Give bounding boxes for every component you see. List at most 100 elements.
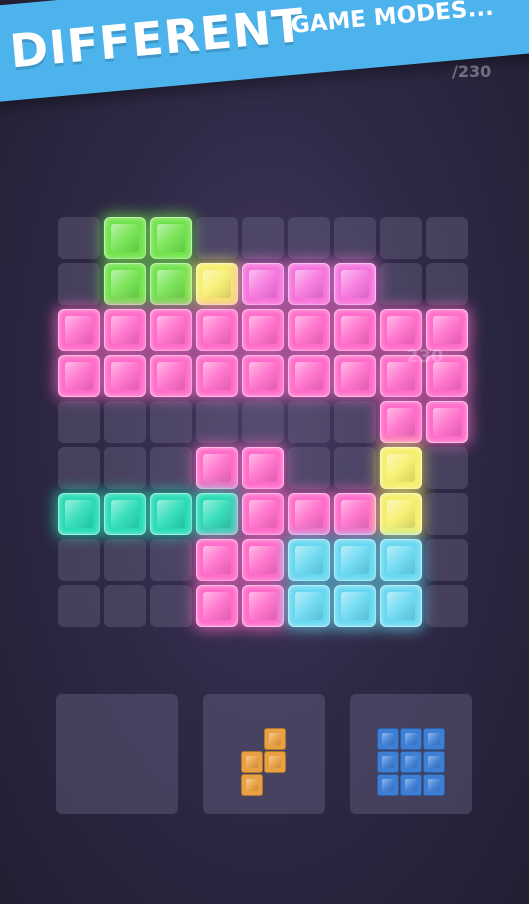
board-cell-empty[interactable] — [150, 447, 192, 489]
board-cell-empty[interactable] — [426, 263, 468, 305]
board-block[interactable] — [380, 309, 422, 351]
board-block[interactable] — [380, 493, 422, 535]
board-block[interactable] — [242, 539, 284, 581]
board-block[interactable] — [150, 355, 192, 397]
board-block[interactable] — [334, 493, 376, 535]
board-cell-empty[interactable] — [426, 493, 468, 535]
board-block[interactable] — [288, 355, 330, 397]
board-block[interactable] — [104, 263, 146, 305]
board-cell-empty[interactable] — [288, 401, 330, 443]
board-cell-empty[interactable] — [288, 447, 330, 489]
board-cell-empty[interactable] — [334, 447, 376, 489]
board-cell-empty[interactable] — [426, 585, 468, 627]
piece-slot-3[interactable] — [350, 694, 472, 814]
board-cell-empty[interactable] — [104, 539, 146, 581]
board-cell-empty[interactable] — [242, 217, 284, 259]
board-block[interactable] — [196, 493, 238, 535]
tray-piece-block[interactable] — [399, 773, 422, 796]
board-block[interactable] — [150, 493, 192, 535]
tray-piece-block[interactable] — [422, 773, 445, 796]
board-block[interactable] — [242, 447, 284, 489]
board-block[interactable] — [58, 493, 100, 535]
board-cell-empty[interactable] — [58, 401, 100, 443]
tray-piece-block[interactable] — [399, 750, 422, 773]
tray-piece-block[interactable] — [264, 727, 286, 750]
board-cell-empty[interactable] — [58, 217, 100, 259]
board-block[interactable] — [380, 539, 422, 581]
board-cell-empty[interactable] — [104, 447, 146, 489]
board-cell-empty[interactable] — [58, 447, 100, 489]
board-cell-empty[interactable] — [58, 263, 100, 305]
board-block[interactable] — [288, 585, 330, 627]
board-block[interactable] — [242, 493, 284, 535]
board-block[interactable] — [58, 355, 100, 397]
board-cell-empty[interactable] — [242, 401, 284, 443]
board-cell-empty[interactable] — [426, 539, 468, 581]
board-block[interactable] — [196, 309, 238, 351]
board-cell-empty[interactable] — [380, 263, 422, 305]
game-board[interactable] — [58, 217, 470, 629]
board-block[interactable] — [150, 217, 192, 259]
board-block[interactable] — [104, 217, 146, 259]
board-block[interactable] — [288, 493, 330, 535]
score-readout: /230 — [452, 62, 492, 81]
tray-piece-block[interactable] — [376, 727, 399, 750]
board-block[interactable] — [288, 309, 330, 351]
tray-piece-block[interactable] — [399, 727, 422, 750]
board-block[interactable] — [242, 263, 284, 305]
board-cell-empty[interactable] — [150, 585, 192, 627]
board-block[interactable] — [334, 539, 376, 581]
tray-piece-block[interactable] — [376, 773, 399, 796]
tray-piece-block[interactable] — [241, 773, 263, 796]
board-block[interactable] — [334, 263, 376, 305]
board-cell-empty[interactable] — [104, 585, 146, 627]
board-block[interactable] — [288, 263, 330, 305]
piece-slot-2[interactable] — [203, 694, 325, 814]
game-modes-banner: DIFFERENT GAME MODES... — [0, 0, 529, 104]
board-block[interactable] — [196, 355, 238, 397]
board-block[interactable] — [334, 355, 376, 397]
board-cell-empty[interactable] — [196, 401, 238, 443]
board-block[interactable] — [196, 539, 238, 581]
board-cell-empty[interactable] — [196, 217, 238, 259]
board-block[interactable] — [58, 309, 100, 351]
board-cell-empty[interactable] — [150, 401, 192, 443]
board-cell-empty[interactable] — [426, 447, 468, 489]
board-cell-empty[interactable] — [334, 217, 376, 259]
board-cell-empty[interactable] — [426, 217, 468, 259]
board-block[interactable] — [334, 585, 376, 627]
board-block[interactable] — [426, 401, 468, 443]
banner-headline: DIFFERENT — [7, 0, 307, 79]
board-block[interactable] — [242, 585, 284, 627]
board-block[interactable] — [150, 263, 192, 305]
board-block[interactable] — [426, 309, 468, 351]
tray-piece-block[interactable] — [422, 750, 445, 773]
tray-piece-block[interactable] — [376, 750, 399, 773]
floating-score: 230 — [406, 346, 444, 367]
piece-slot-1[interactable] — [56, 694, 178, 814]
board-block[interactable] — [380, 401, 422, 443]
board-cell-empty[interactable] — [288, 217, 330, 259]
board-cell-empty[interactable] — [380, 217, 422, 259]
board-block[interactable] — [288, 539, 330, 581]
board-block[interactable] — [380, 585, 422, 627]
board-block[interactable] — [104, 309, 146, 351]
board-block[interactable] — [242, 355, 284, 397]
board-cell-empty[interactable] — [334, 401, 376, 443]
board-block[interactable] — [196, 447, 238, 489]
board-block[interactable] — [196, 585, 238, 627]
tray-piece-block[interactable] — [264, 750, 286, 773]
board-cell-empty[interactable] — [58, 539, 100, 581]
board-block[interactable] — [104, 355, 146, 397]
tray-piece-block[interactable] — [422, 727, 445, 750]
tray-piece-block[interactable] — [241, 750, 263, 773]
board-block[interactable] — [242, 309, 284, 351]
board-block[interactable] — [334, 309, 376, 351]
board-cell-empty[interactable] — [104, 401, 146, 443]
board-cell-empty[interactable] — [58, 585, 100, 627]
board-block[interactable] — [150, 309, 192, 351]
board-block[interactable] — [380, 447, 422, 489]
board-block[interactable] — [104, 493, 146, 535]
board-block[interactable] — [196, 263, 238, 305]
board-cell-empty[interactable] — [150, 539, 192, 581]
